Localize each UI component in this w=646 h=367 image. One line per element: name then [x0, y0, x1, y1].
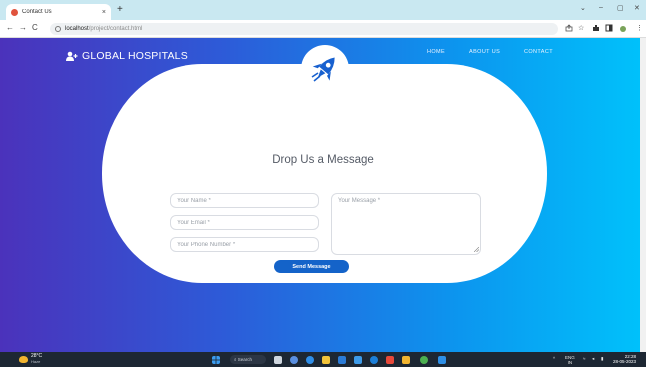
phone-field[interactable]: [170, 237, 319, 252]
wifi-icon[interactable]: ≈: [583, 356, 585, 361]
office-icon[interactable]: [386, 356, 394, 364]
form-heading: Drop Us a Message: [272, 154, 374, 166]
notes-icon[interactable]: [402, 356, 410, 364]
volume-icon[interactable]: ◂: [592, 356, 594, 361]
tray-chevron-icon[interactable]: ^: [553, 356, 555, 361]
browser-tab-strip: Contact Us × + ⌄ – ▢ ✕: [0, 0, 646, 20]
profile-icon[interactable]: [620, 26, 626, 32]
weather-condition: Haze: [31, 359, 41, 364]
url-field[interactable]: localhost/project/contact.html: [50, 23, 558, 35]
nav-about-us[interactable]: ABOUT US: [469, 49, 500, 55]
weather-widget[interactable]: 28°C Haze: [19, 354, 42, 364]
site-info-icon[interactable]: [55, 26, 61, 32]
search-label: Search: [237, 357, 253, 362]
mail-icon[interactable]: [354, 356, 362, 364]
windows-start-icon[interactable]: [212, 356, 220, 364]
browser-tab[interactable]: Contact Us ×: [6, 4, 111, 20]
page-scrollbar[interactable]: [640, 38, 646, 352]
user-plus-icon: [66, 51, 78, 61]
taskbar-search[interactable]: ⌕ Search: [230, 355, 266, 364]
url-host: localhost: [65, 26, 89, 32]
nav-contact[interactable]: CONTACT: [524, 49, 553, 55]
close-window-button[interactable]: ✕: [634, 4, 640, 12]
rocket-badge: [301, 45, 349, 93]
maximize-button[interactable]: ▢: [617, 4, 624, 12]
windows-taskbar: 28°C Haze ⌕ Search ^ ENG IN ≈ ◂ ▮ 22:28 …: [0, 352, 646, 367]
language-indicator[interactable]: ENG IN: [565, 355, 575, 365]
email-field[interactable]: [170, 215, 319, 230]
outlook-icon[interactable]: [370, 356, 378, 364]
share-icon[interactable]: [565, 24, 573, 32]
vscode-icon[interactable]: [438, 356, 446, 364]
back-button[interactable]: ←: [6, 23, 14, 33]
weather-icon: [19, 355, 28, 363]
message-field[interactable]: [331, 193, 481, 255]
address-bar-row: ← → C localhost/project/contact.html ☆ ⋮: [0, 20, 646, 38]
resize-grip-icon[interactable]: [474, 247, 479, 252]
microsoft-store-icon[interactable]: [338, 356, 346, 364]
sidebar-icon[interactable]: [605, 24, 613, 32]
tab-close-icon[interactable]: ×: [102, 9, 106, 16]
taskbar-clock[interactable]: 22:28 28-05-2023: [613, 354, 636, 364]
brand-logo[interactable]: GLOBAL HOSPITALS: [66, 50, 188, 62]
reload-button[interactable]: C: [32, 23, 38, 33]
lang-bottom: IN: [567, 360, 573, 365]
nav-home[interactable]: HOME: [427, 49, 445, 55]
minimize-button[interactable]: –: [599, 4, 603, 11]
tab-title: Contact Us: [22, 9, 52, 15]
extensions-icon[interactable]: [592, 24, 600, 32]
edge-browser-icon[interactable]: [306, 356, 314, 364]
task-view-icon[interactable]: [274, 356, 282, 364]
star-icon[interactable]: ☆: [578, 24, 584, 32]
rocket-icon: [311, 57, 335, 82]
tab-search-icon[interactable]: ⌄: [580, 4, 586, 12]
clock-date: 28-05-2023: [613, 359, 637, 364]
battery-icon[interactable]: ▮: [601, 356, 603, 361]
send-message-button[interactable]: Send Message: [274, 260, 349, 273]
file-explorer-icon[interactable]: [322, 356, 330, 364]
forward-button[interactable]: →: [19, 23, 27, 33]
favicon-icon: [11, 8, 18, 16]
url-path: /project/contact.html: [88, 26, 143, 32]
chat-icon[interactable]: [290, 356, 298, 364]
new-tab-button[interactable]: +: [117, 4, 123, 16]
name-field[interactable]: [170, 193, 319, 208]
chrome-icon[interactable]: [420, 356, 428, 364]
brand-name: GLOBAL HOSPITALS: [82, 50, 188, 62]
menu-icon[interactable]: ⋮: [636, 24, 643, 32]
